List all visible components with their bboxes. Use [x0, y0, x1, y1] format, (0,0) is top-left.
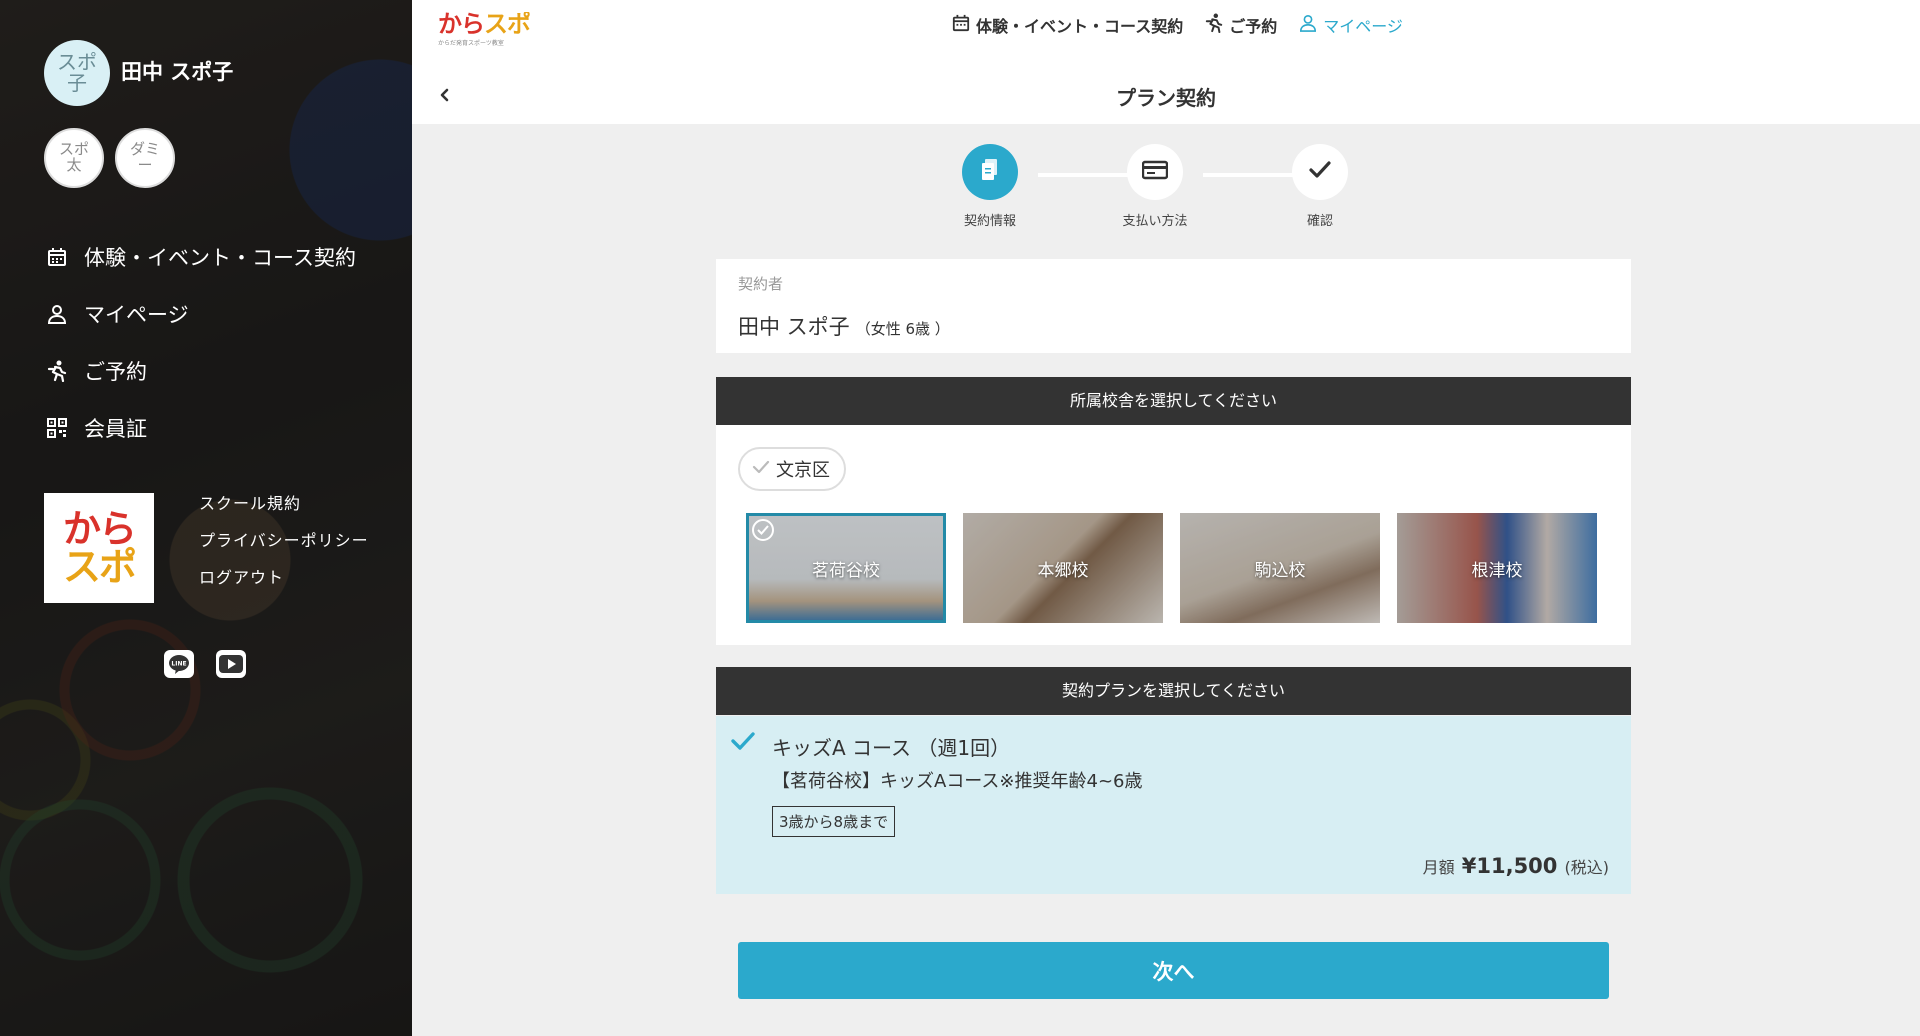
credit-card-icon	[1141, 160, 1169, 184]
calendar-icon	[44, 244, 70, 270]
plan-section-heading: 契約プランを選択してください	[716, 667, 1631, 715]
selected-check-icon	[752, 519, 774, 541]
contractor-detail: （女性 6歳 ）	[855, 320, 950, 338]
calendar-icon	[952, 14, 970, 36]
plan-description: 【茗荷谷校】キッズAコース※推奨年齢4~6歳	[772, 771, 1143, 792]
social-links: LINE	[164, 650, 246, 678]
sidebar-item-label: マイページ	[84, 302, 189, 327]
sidebar-nav: 体験・イベント・コース契約 マイページ ご予約 会員証	[44, 228, 356, 456]
school-section-heading: 所属校舎を選択してください	[716, 377, 1631, 425]
brand-tagline: からだ発育スポーツ教室	[438, 40, 504, 47]
topnav-contract[interactable]: 体験・イベント・コース契約	[952, 13, 1183, 37]
school-name: 駒込校	[1254, 560, 1306, 581]
plan-age-badge: 3歳から8歳まで	[772, 806, 896, 837]
step-circle	[1127, 144, 1183, 200]
progress-stepper: 契約情報 支払い方法 確認	[960, 144, 1390, 234]
sidebar-item-mypage[interactable]: マイページ	[44, 285, 356, 342]
check-icon	[730, 730, 756, 756]
contractor-card: 契約者 田中 スポ子 （女性 6歳 ）	[716, 259, 1631, 353]
sidebar-item-contract[interactable]: 体験・イベント・コース契約	[44, 228, 356, 285]
sidebar-links: スクール規約 プライバシーポリシー ログアウト	[199, 492, 369, 603]
topnav-reservation[interactable]: ご予約	[1205, 13, 1277, 37]
check-icon	[1308, 160, 1332, 184]
contractor-name: 田中 スポ子	[738, 315, 850, 339]
page-title: プラン契約	[1116, 86, 1216, 110]
qr-icon	[44, 415, 70, 441]
step-label: 支払い方法	[1122, 214, 1188, 229]
sidebar-item-label: 体験・イベント・コース契約	[84, 245, 356, 270]
step-label: 契約情報	[963, 214, 1016, 229]
brand-name: からスポ	[438, 10, 531, 38]
school-terms-link[interactable]: スクール規約	[199, 492, 369, 529]
sidebar-item-member-card[interactable]: 会員証	[44, 399, 356, 456]
brand-logo[interactable]: からスポ からだ発育スポーツ教室	[438, 10, 531, 47]
step-confirm: 確認	[1270, 144, 1370, 229]
price-amount: ¥11,500	[1461, 854, 1558, 878]
step-payment: 支払い方法	[1105, 144, 1205, 229]
school-card-komagome[interactable]: 駒込校	[1180, 513, 1380, 623]
step-contract-info: 契約情報	[940, 144, 1040, 229]
step-label: 確認	[1306, 214, 1333, 229]
top-header: からスポ からだ発育スポーツ教室 体験・イベント・コース契約 ご予約 マイページ	[412, 0, 1920, 67]
line-icon[interactable]: LINE	[164, 650, 194, 678]
plan-name: キッズA コース （週1回）	[772, 736, 1011, 760]
area-chip-label: 文京区	[776, 460, 830, 481]
privacy-policy-link[interactable]: プライバシーポリシー	[199, 529, 369, 566]
topnav-label: マイページ	[1323, 17, 1403, 36]
avatar-current-user[interactable]: スポ子	[44, 40, 110, 106]
runner-icon	[44, 358, 70, 384]
step-circle	[962, 144, 1018, 200]
contractor-value: 田中 スポ子 （女性 6歳 ）	[738, 311, 950, 341]
runner-icon	[1205, 13, 1223, 37]
topnav-label: ご予約	[1229, 17, 1278, 36]
top-nav: 体験・イベント・コース契約 ご予約 マイページ	[952, 13, 1403, 37]
school-card-myogadani[interactable]: 茗荷谷校	[746, 513, 946, 623]
current-user-name: 田中 スポ子	[121, 60, 234, 84]
youtube-icon[interactable]	[216, 650, 246, 678]
school-name: 茗荷谷校	[812, 560, 880, 581]
user-icon	[44, 301, 70, 327]
school-name: 根津校	[1471, 560, 1523, 581]
document-icon	[979, 158, 1001, 186]
sidebar-item-reservation[interactable]: ご予約	[44, 342, 356, 399]
school-card-nezu[interactable]: 根津校	[1397, 513, 1597, 623]
school-select-card: 文京区 茗荷谷校 本郷校 駒込校 根津校	[716, 425, 1631, 645]
price-suffix: (税込)	[1564, 858, 1610, 877]
sidebar-item-label: ご予約	[84, 359, 147, 384]
step-circle	[1292, 144, 1348, 200]
sidebar-item-label: 会員証	[84, 416, 147, 441]
topnav-mypage[interactable]: マイページ	[1299, 13, 1403, 37]
school-name: 本郷校	[1037, 560, 1089, 581]
school-list: 茗荷谷校 本郷校 駒込校 根津校	[746, 513, 1597, 623]
plan-option-kids-a[interactable]: キッズA コース （週1回） 【茗荷谷校】キッズAコース※推奨年齢4~6歳 3歳…	[716, 716, 1631, 894]
contractor-label: 契約者	[738, 275, 784, 293]
school-card-hongo[interactable]: 本郷校	[963, 513, 1163, 623]
line-icon-label: LINE	[171, 661, 186, 668]
area-chip-bunkyo[interactable]: 文京区	[738, 447, 846, 491]
check-icon	[752, 459, 770, 480]
logout-link[interactable]: ログアウト	[199, 566, 369, 603]
avatar-other-user[interactable]: ダミー	[115, 128, 175, 188]
sidebar: スポ子 田中 スポ子 スポ太 ダミー 体験・イベント・コース契約 マイページ ご…	[0, 0, 412, 1036]
logo-text: から	[62, 507, 137, 551]
user-icon	[1299, 13, 1317, 37]
topnav-label: 体験・イベント・コース契約	[976, 17, 1184, 36]
next-button[interactable]: 次へ	[738, 942, 1609, 999]
avatar-other-user[interactable]: スポ太	[44, 128, 104, 188]
logo-text: スポ	[62, 545, 137, 589]
page-title-bar: プラン契約	[412, 66, 1920, 124]
price-prefix: 月額	[1422, 858, 1455, 877]
plan-price: 月額 ¥11,500 (税込)	[1423, 854, 1609, 878]
karaspo-logo[interactable]: から スポ	[44, 493, 154, 603]
